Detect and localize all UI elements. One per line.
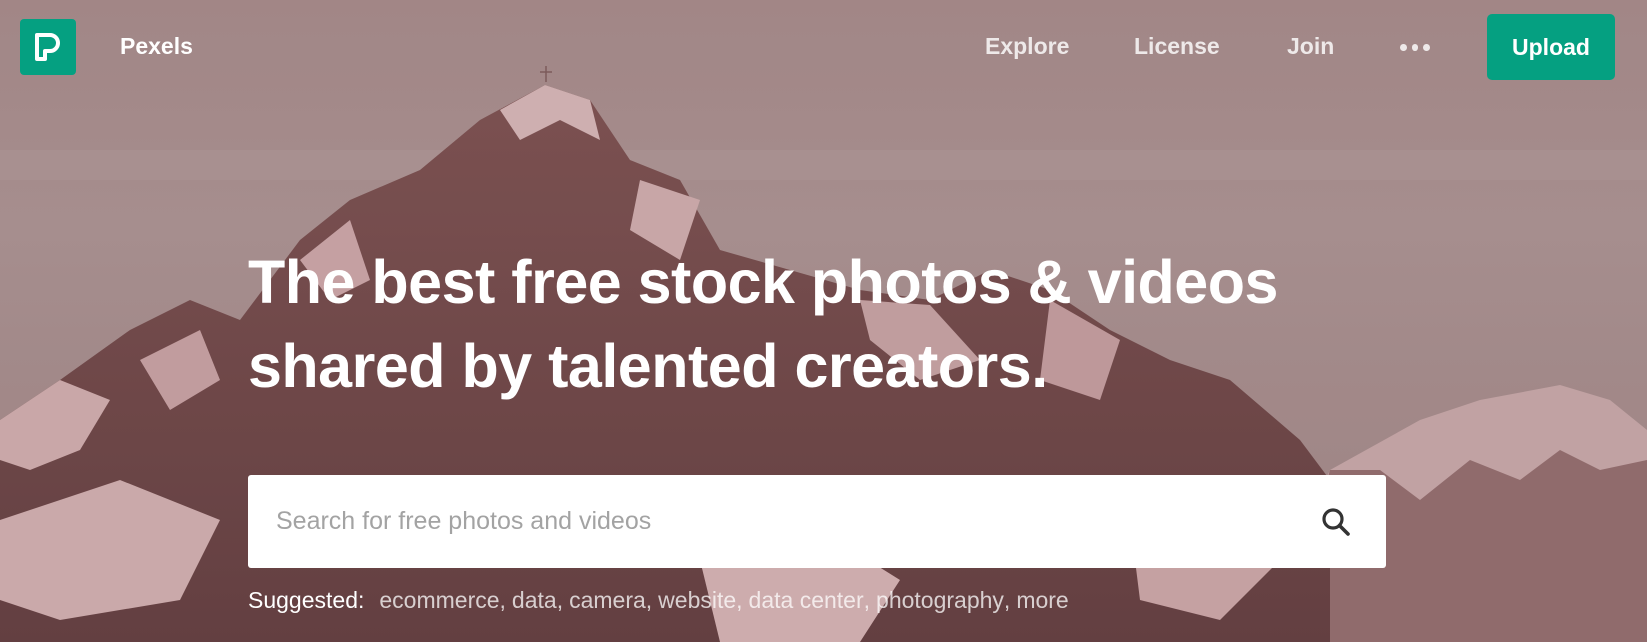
headline-line-2: shared by talented creators. (248, 332, 1048, 400)
top-navigation: Pexels Explore License Join Upload (0, 0, 1647, 94)
suggested-camera[interactable]: camera (569, 587, 646, 614)
pexels-logo-icon (35, 33, 60, 61)
headline-line-1: The best free stock photos & videos (248, 248, 1278, 316)
suggested-searches: Suggested: ecommerce, data, camera, webs… (248, 586, 1069, 614)
search-input[interactable] (248, 475, 1286, 568)
hero-headline: The best free stock photos & videos shar… (248, 240, 1348, 408)
suggested-more[interactable]: more (1016, 587, 1068, 614)
suggested-photography[interactable]: photography (876, 587, 1004, 614)
search-icon (1322, 507, 1350, 536)
nav-join[interactable]: Join (1287, 33, 1334, 60)
suggested-website[interactable]: website (658, 587, 736, 614)
suggested-label: Suggested: (248, 586, 365, 613)
brand-name[interactable]: Pexels (120, 33, 193, 60)
nav-license[interactable]: License (1134, 33, 1220, 60)
pexels-logo[interactable] (20, 19, 76, 75)
search-bar (248, 475, 1386, 568)
upload-button[interactable]: Upload (1487, 14, 1615, 80)
suggested-data-center[interactable]: data center (749, 587, 864, 614)
search-button[interactable] (1286, 475, 1386, 568)
more-dots-icon[interactable] (1400, 41, 1431, 53)
suggested-ecommerce[interactable]: ecommerce (379, 587, 499, 614)
suggested-data[interactable]: data (512, 587, 557, 614)
nav-explore[interactable]: Explore (985, 33, 1069, 60)
